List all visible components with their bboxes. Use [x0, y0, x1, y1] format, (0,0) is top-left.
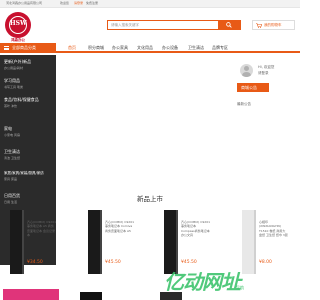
category-title: 学习用品 — [4, 78, 20, 83]
main-nav: 全部商品分类 首页 积分商城 办公家具 文化用品 办公设备 卫生清洁 品牌专区 — [0, 43, 300, 53]
product-card[interactable]: 齐心(COMIX) C9201 事务笔记本 A5 商务皮面笔记本 会议记录本 ¥… — [10, 210, 56, 290]
category-title: 食品/饮料/保健食品 — [4, 97, 39, 102]
category-sub: 家具 床品 — [4, 177, 17, 181]
product-image[interactable] — [80, 292, 102, 300]
user-signin-link[interactable]: 请登录 — [258, 71, 269, 76]
avatar — [240, 64, 253, 77]
watermark-sub: 导航 — [236, 285, 244, 290]
category-title: 家居/家具/家装/厨具/家纺 — [4, 171, 44, 175]
category-title: 卫生清洁 — [4, 149, 20, 154]
announcement-link[interactable]: 最新公告 — [237, 102, 251, 107]
product-desc[interactable]: 齐心(COMIX) C9201 事务笔记本 A5 商务皮面笔记本 会议记录本 — [27, 220, 56, 256]
product-image-strap — [22, 210, 24, 274]
top-utility-bar: 河北鸿森办公用品有限公司 欢迎您 请登录 免费注册 — [0, 0, 300, 8]
menu-icon — [4, 46, 9, 50]
sidebar-category[interactable]: 食品/饮料/保健食品 茶叶 冲饮 — [4, 97, 54, 108]
site-logo[interactable]: HSW — [5, 12, 31, 38]
register-link[interactable]: 免费注册 — [86, 1, 98, 5]
category-title: 家电 — [4, 126, 12, 131]
product-desc[interactable]: 心相印(XINXIANGYIN) T1510 卷纸 商用大盘纸 卫生纸 纸巾 3… — [259, 220, 288, 256]
search-input[interactable]: 请输入搜索关键字 — [107, 20, 219, 30]
product-image-strap — [176, 210, 178, 274]
company-name: 河北鸿森办公用品有限公司 — [6, 1, 43, 5]
product-image[interactable] — [242, 210, 256, 274]
category-sub: 书写工具 笔类 — [4, 85, 23, 89]
nav-item-stationery[interactable]: 文化用品 — [137, 45, 153, 51]
product-price: ¥8.00 — [259, 260, 272, 265]
avatar-body — [242, 72, 251, 77]
nav-item-home[interactable]: 首页 — [68, 45, 76, 51]
search-button[interactable] — [219, 20, 241, 30]
logo-mark: HSW — [10, 20, 27, 27]
product-price: ¥45.50 — [105, 260, 121, 265]
all-categories-label: 全部商品分类 — [12, 45, 36, 50]
notice-button-label: 商城公告 — [241, 85, 257, 90]
nav-item-cleaning[interactable]: 卫生清洁 — [188, 45, 204, 51]
cart-icon — [256, 23, 262, 28]
search-icon — [226, 22, 232, 28]
cart-button[interactable]: 我的购物车 — [252, 20, 295, 30]
cart-label: 我的购物车 — [264, 23, 282, 27]
sidebar-category[interactable]: 学习用品 书写工具 笔类 — [4, 78, 54, 89]
product-image[interactable] — [3, 289, 59, 300]
nav-item-office-furniture[interactable]: 办公家具 — [112, 45, 128, 51]
sidebar-category[interactable]: 更新(户外)新品 办公用品/耗材 — [4, 59, 54, 70]
user-greeting: Hi, 欢迎您 — [258, 65, 275, 69]
all-categories-button[interactable]: 全部商品分类 — [0, 43, 56, 53]
signin-link[interactable]: 请登录 — [74, 1, 83, 5]
watermark-logo: 亿动网址 导航 — [164, 266, 300, 294]
nav-item-office-equipment[interactable]: 办公设备 — [162, 45, 178, 51]
product-desc[interactable]: 齐心(COMIX) C9201 事务笔记本 Compass商务笔记本 办公文具 — [181, 220, 210, 256]
category-title: 更新(户外)新品 — [4, 59, 32, 64]
product-image-strap — [254, 210, 256, 274]
notice-button[interactable]: 商城公告 — [237, 83, 269, 92]
category-sub: 小家电 风扇 — [4, 133, 20, 137]
category-sub: 清洁 卫生纸 — [4, 156, 20, 160]
product-desc[interactable]: 齐心(COMIX) C9201 事务笔记本 Comiva商务皮面笔记本 A5 — [105, 220, 134, 256]
watermark-text: 亿动网址 — [164, 270, 241, 294]
sidebar-category[interactable]: 家电 小家电 风扇 — [4, 126, 54, 137]
product-image-strap — [100, 210, 102, 274]
user-panel: Hi, 欢迎您 请登录 商城公告 最新公告 — [234, 55, 300, 145]
avatar-head — [244, 66, 249, 71]
section-title-new-arrivals: 新品上市 — [137, 195, 163, 203]
product-price: ¥45.50 — [181, 260, 197, 265]
product-card[interactable]: 齐心(COMIX) C9201 事务笔记本 Comiva商务皮面笔记本 A5 ¥… — [88, 210, 134, 290]
search-placeholder: 请输入搜索关键字 — [111, 23, 139, 27]
product-image[interactable] — [10, 210, 24, 274]
category-sub: 办公用品/耗材 — [4, 66, 24, 70]
nav-item-brands[interactable]: 品牌专区 — [212, 45, 228, 51]
category-sub: 茶叶 冲饮 — [4, 104, 17, 108]
product-image[interactable] — [88, 210, 102, 274]
sidebar-category[interactable]: 卫生清洁 清洁 卫生纸 — [4, 149, 54, 160]
product-price: ¥34.50 — [27, 260, 43, 265]
nav-item-points-mall[interactable]: 积分商城 — [88, 45, 104, 51]
welcome-text: 欢迎您 — [60, 1, 70, 5]
product-image[interactable] — [164, 210, 178, 274]
sidebar-category[interactable]: 家居/家具/家装/厨具/家纺 家具 床品 — [4, 171, 54, 181]
